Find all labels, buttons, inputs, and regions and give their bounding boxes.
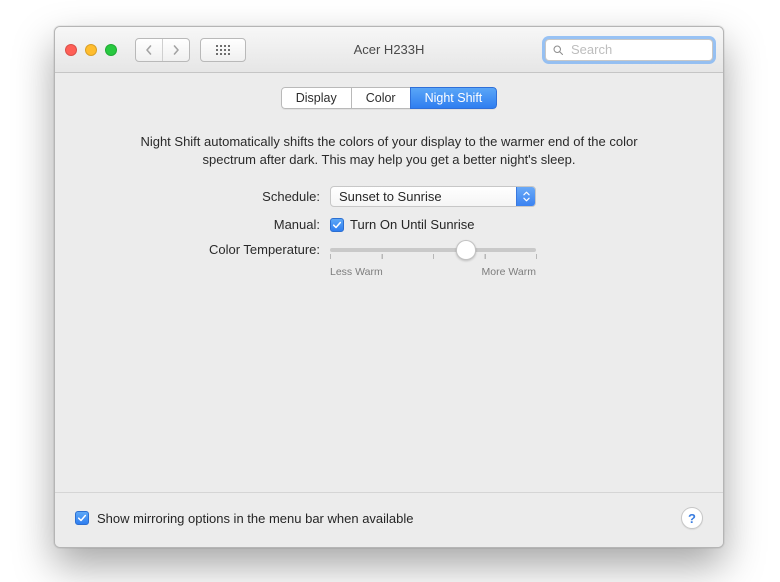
search-input[interactable] xyxy=(569,41,706,58)
zoom-window-button[interactable] xyxy=(105,44,117,56)
tab-night-shift[interactable]: Night Shift xyxy=(410,87,498,109)
search-field[interactable] xyxy=(545,39,713,61)
color-temperature-slider[interactable]: Less Warm More Warm xyxy=(330,242,536,278)
select-stepper-icon xyxy=(516,187,535,206)
slider-ticks xyxy=(330,254,536,260)
slider-max-label: More Warm xyxy=(482,266,536,278)
slider-track xyxy=(330,248,536,252)
content-area: Display Color Night Shift Night Shift au… xyxy=(55,73,723,492)
titlebar: Acer H233H xyxy=(55,27,723,73)
forward-button[interactable] xyxy=(162,39,189,61)
mirroring-label: Show mirroring options in the menu bar w… xyxy=(97,511,414,526)
chevron-left-icon xyxy=(144,45,154,55)
manual-checkbox-label: Turn On Until Sunrise xyxy=(350,217,475,232)
slider-range-labels: Less Warm More Warm xyxy=(330,266,536,278)
help-icon: ? xyxy=(688,511,696,526)
tab-color[interactable]: Color xyxy=(351,87,411,109)
row-manual: Manual: Turn On Until Sunrise xyxy=(75,217,703,232)
window-controls xyxy=(65,44,117,56)
help-button[interactable]: ? xyxy=(681,507,703,529)
night-shift-description: Night Shift automatically shifts the col… xyxy=(119,133,659,168)
minimize-window-button[interactable] xyxy=(85,44,97,56)
close-window-button[interactable] xyxy=(65,44,77,56)
grid-icon xyxy=(216,45,230,55)
check-icon xyxy=(332,220,342,230)
schedule-select[interactable]: Sunset to Sunrise xyxy=(330,186,536,207)
back-button[interactable] xyxy=(136,39,162,61)
show-all-button[interactable] xyxy=(200,38,246,62)
footer: Show mirroring options in the menu bar w… xyxy=(55,492,723,547)
search-icon xyxy=(552,44,564,56)
chevron-right-icon xyxy=(171,45,181,55)
slider-min-label: Less Warm xyxy=(330,266,383,278)
color-temperature-label: Color Temperature: xyxy=(75,242,330,257)
tab-bar: Display Color Night Shift xyxy=(75,87,703,109)
row-color-temperature: Color Temperature: Less Warm xyxy=(75,242,703,278)
check-icon xyxy=(77,513,87,523)
manual-checkbox[interactable] xyxy=(330,218,344,232)
row-schedule: Schedule: Sunset to Sunrise xyxy=(75,186,703,207)
preferences-window: Acer H233H Display Color Night Shift Nig… xyxy=(54,26,724,548)
nav-back-forward xyxy=(135,38,190,62)
schedule-value: Sunset to Sunrise xyxy=(331,189,516,204)
tab-display[interactable]: Display xyxy=(281,87,352,109)
mirroring-checkbox[interactable] xyxy=(75,511,89,525)
schedule-label: Schedule: xyxy=(75,189,330,204)
manual-label: Manual: xyxy=(75,217,330,232)
